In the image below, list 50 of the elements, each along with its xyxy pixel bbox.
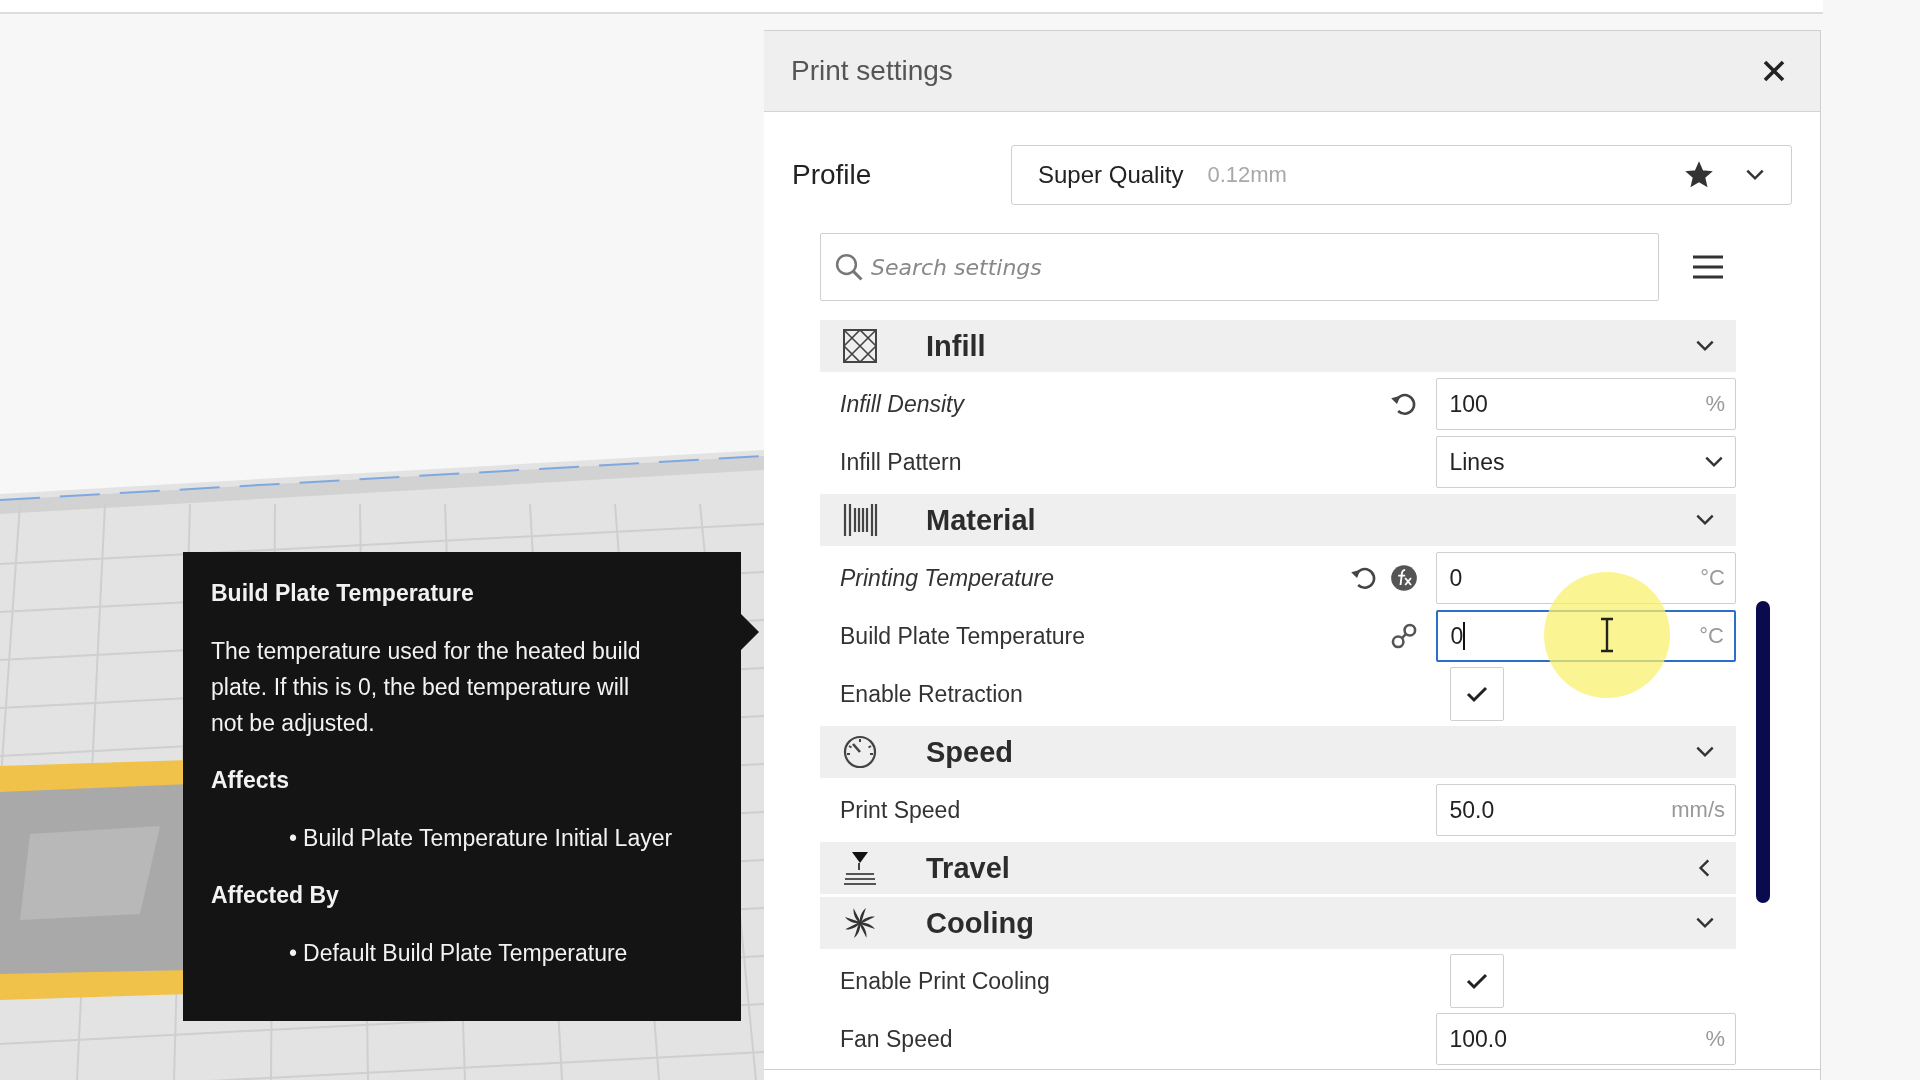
tooltip-description: The temperature used for the heated build plate. If this is 0, the bed temperature will not be adjusted. <box>211 637 642 738</box>
section-header[interactable]: Infill <box>820 320 1736 372</box>
spool-lines-icon <box>842 502 878 538</box>
setting-label: Print Speed <box>840 796 962 824</box>
section-title: Travel <box>926 851 1010 885</box>
function-icon[interactable] <box>1390 564 1419 592</box>
scrollbar[interactable] <box>1756 601 1770 903</box>
checkbox[interactable] <box>1450 954 1504 1008</box>
section-header[interactable]: Travel <box>820 842 1736 894</box>
setting-label: Build Plate Temperature <box>840 622 1087 650</box>
close-icon <box>1762 59 1786 83</box>
setting-label: Enable Print Cooling <box>840 967 1051 995</box>
text-cursor-icon <box>1599 617 1615 653</box>
tooltip-heading: Affects <box>211 767 290 794</box>
tooltip-heading: Affected By <box>211 882 340 909</box>
menu-icon[interactable] <box>1693 254 1723 280</box>
setting-label: Infill Pattern <box>840 448 963 476</box>
search-field[interactable]: Search settings <box>820 233 1659 301</box>
setting-label: Enable Retraction <box>840 680 1024 708</box>
panel-title: Print settings <box>791 55 953 87</box>
section-title: Cooling <box>926 906 1034 940</box>
section-title: Speed <box>926 735 1014 769</box>
section-header[interactable]: Cooling <box>820 897 1736 949</box>
input-field[interactable]: 100.0 % <box>1436 1013 1736 1065</box>
star-icon[interactable] <box>1685 161 1713 189</box>
tooltip-item: Build Plate Temperature Initial Layer <box>303 824 674 853</box>
section-header[interactable]: Speed <box>820 726 1736 778</box>
bullet: • <box>289 939 298 968</box>
checkmark-icon <box>1466 685 1488 703</box>
section-title: Material <box>926 503 1036 537</box>
setting-label: Printing Temperature <box>840 564 1055 592</box>
section-header[interactable]: Material <box>820 494 1736 546</box>
gauge-icon <box>842 734 878 770</box>
bullet: • <box>289 824 298 853</box>
checkmark-icon <box>1466 972 1488 990</box>
checkbox[interactable] <box>1450 667 1504 721</box>
setting-label: Infill Density <box>840 390 966 418</box>
profile-label: Profile <box>792 159 873 191</box>
tooltip-title: Build Plate Temperature <box>211 580 475 607</box>
section-title: Infill <box>926 329 986 363</box>
tooltip-item: Default Build Plate Temperature <box>303 939 629 968</box>
search-icon <box>834 252 864 282</box>
nozzle-icon <box>842 850 878 886</box>
input-field[interactable]: 100 % <box>1436 378 1736 430</box>
input-field[interactable]: 50.0 mm/s <box>1436 784 1736 836</box>
setting-label: Fan Speed <box>840 1025 954 1053</box>
profile-dropdown[interactable]: Super Quality 0.12mm <box>1011 145 1792 205</box>
grid-pattern-icon <box>842 328 878 364</box>
link-icon[interactable] <box>1390 622 1419 650</box>
dropdown[interactable]: Lines <box>1436 436 1736 488</box>
